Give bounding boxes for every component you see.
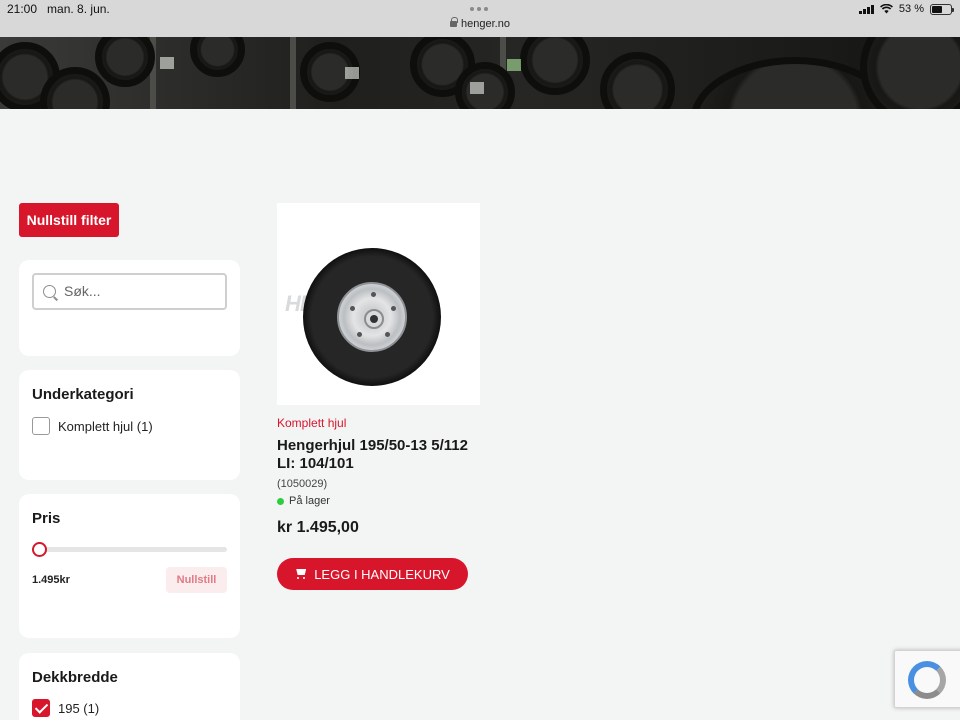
wifi-icon bbox=[879, 4, 893, 14]
subcategory-option-komplett-hjul[interactable]: Komplett hjul (1) bbox=[32, 417, 153, 435]
subcategory-heading: Underkategori bbox=[32, 386, 134, 403]
product-image[interactable]: HENGER.NO bbox=[277, 203, 480, 405]
subcategory-option-label: Komplett hjul (1) bbox=[58, 418, 153, 434]
status-indicators: 53 % bbox=[858, 3, 954, 15]
price-filter-card: Pris 1.495kr Nullstill bbox=[19, 494, 240, 638]
browser-status-bar: 21:00 man. 8. jun. henger.no 53 % bbox=[0, 0, 960, 37]
price-slider-handle[interactable] bbox=[32, 542, 47, 557]
multitasking-dots-icon[interactable] bbox=[470, 7, 488, 11]
recaptcha-icon bbox=[908, 661, 946, 699]
cart-icon bbox=[295, 569, 307, 579]
tire-width-option-label: 195 (1) bbox=[58, 700, 100, 716]
add-to-cart-button[interactable]: LEGG I HANDLEKURV bbox=[277, 558, 468, 590]
cellular-signal-icon bbox=[858, 4, 874, 14]
stock-label: På lager bbox=[289, 495, 330, 507]
url-text: henger.no bbox=[461, 18, 510, 30]
product-title[interactable]: Hengerhjul 195/50-13 5/112 LI: 104/101 bbox=[277, 437, 482, 473]
wheel-icon bbox=[303, 248, 441, 386]
hero-banner-image bbox=[0, 37, 960, 109]
search-input[interactable] bbox=[64, 283, 214, 299]
tire-width-heading: Dekkbredde bbox=[32, 669, 118, 686]
battery-icon bbox=[930, 3, 954, 15]
price-slider-track[interactable] bbox=[32, 547, 227, 552]
tire-width-checkbox[interactable] bbox=[32, 699, 50, 717]
product-sku: (1050029) bbox=[277, 478, 328, 490]
tire-width-option-195[interactable]: 195 (1) bbox=[32, 699, 99, 717]
tire-width-filter-card: Dekkbredde 195 (1) bbox=[19, 653, 240, 720]
search-box[interactable] bbox=[32, 273, 227, 310]
price-reset-button[interactable]: Nullstill bbox=[166, 567, 227, 593]
battery-percent: 53 % bbox=[898, 3, 924, 15]
add-to-cart-label: LEGG I HANDLEKURV bbox=[314, 566, 450, 582]
subcategory-filter-card: Underkategori Komplett hjul (1) bbox=[19, 370, 240, 480]
reset-filter-button[interactable]: Nullstill filter bbox=[19, 203, 119, 237]
subcategory-checkbox[interactable] bbox=[32, 417, 50, 435]
in-stock-dot-icon bbox=[277, 497, 284, 505]
product-price: kr 1.495,00 bbox=[277, 519, 359, 536]
address-bar[interactable]: henger.no bbox=[0, 17, 960, 30]
stock-status: På lager bbox=[277, 495, 330, 507]
search-icon bbox=[43, 285, 56, 298]
recaptcha-badge[interactable] bbox=[894, 650, 960, 708]
search-card bbox=[19, 260, 240, 356]
product-category[interactable]: Komplett hjul bbox=[277, 416, 346, 430]
price-heading: Pris bbox=[32, 510, 61, 527]
status-time: 21:00 man. 8. jun. bbox=[7, 2, 110, 16]
lock-icon bbox=[450, 17, 459, 27]
price-value: 1.495kr bbox=[32, 574, 70, 586]
